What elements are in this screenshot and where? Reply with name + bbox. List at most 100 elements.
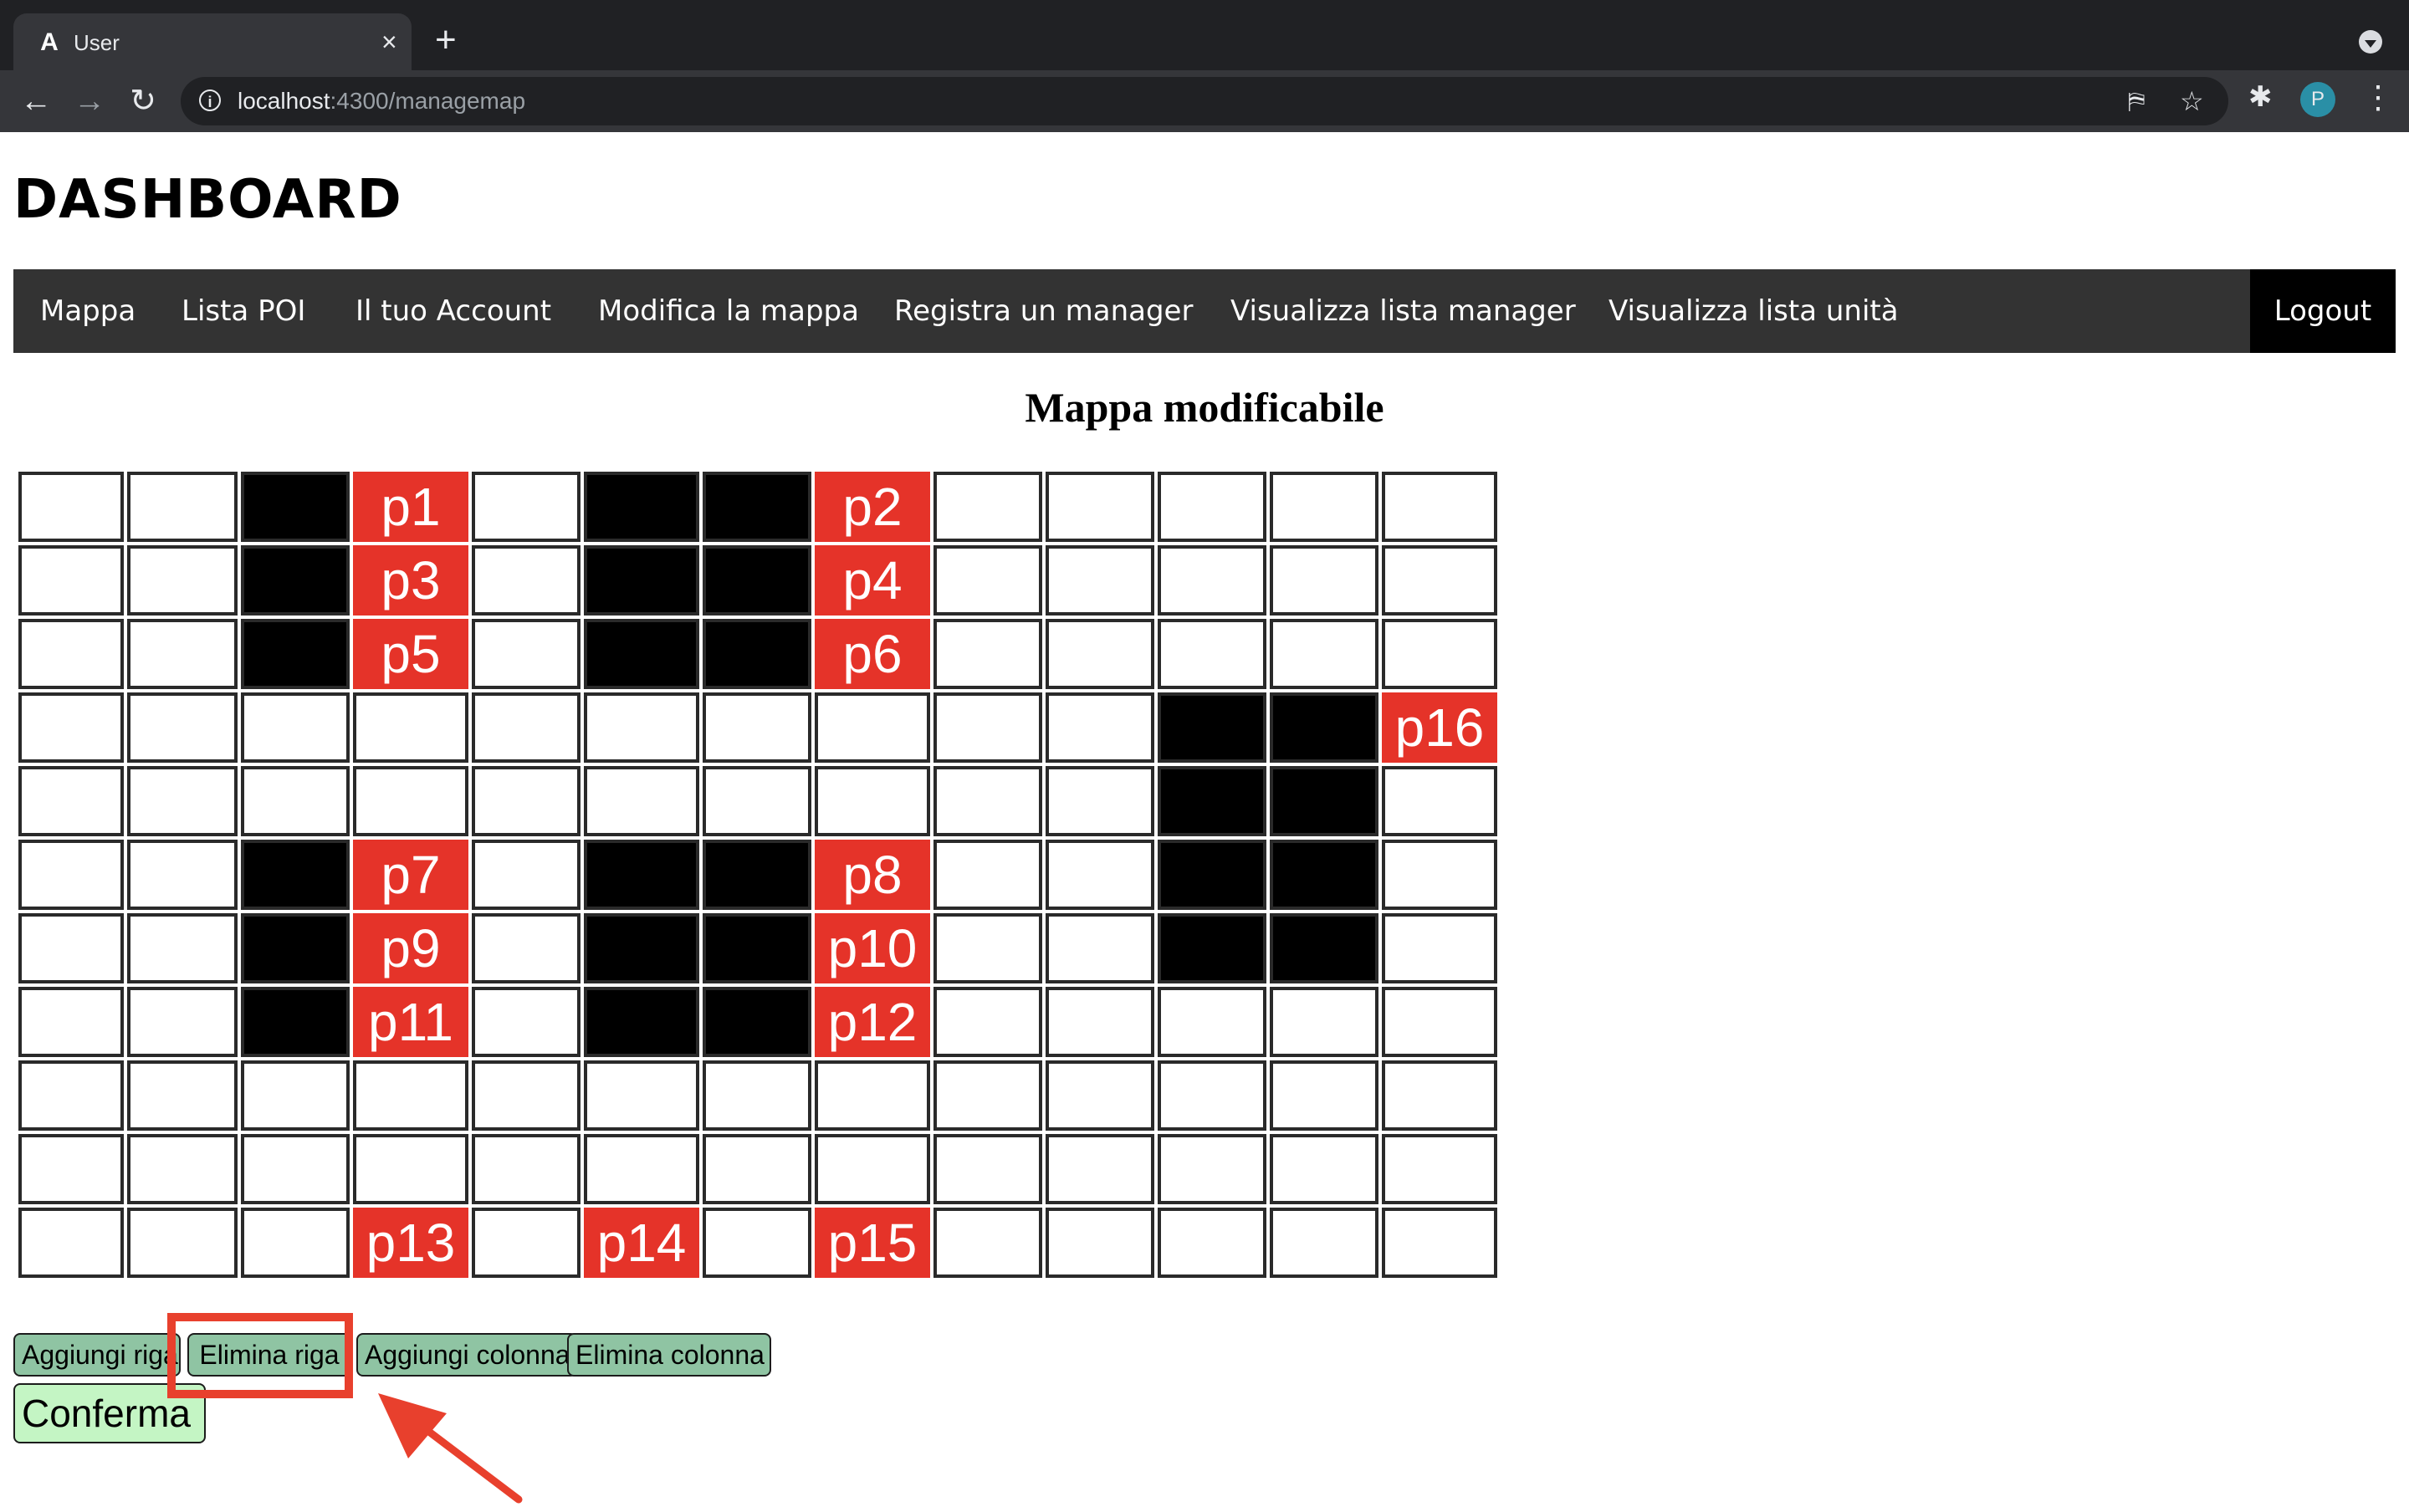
map-cell-empty[interactable] <box>127 619 238 689</box>
map-cell-empty[interactable] <box>1046 545 1154 616</box>
map-cell-wall[interactable] <box>1158 913 1266 983</box>
map-cell-empty[interactable] <box>1382 1060 1497 1131</box>
map-cell-empty[interactable] <box>1382 913 1497 983</box>
map-cell-empty[interactable] <box>241 766 350 836</box>
map-cell-wall[interactable] <box>1158 766 1266 836</box>
map-cell-empty[interactable] <box>1382 545 1497 616</box>
map-cell-empty[interactable] <box>127 840 238 910</box>
map-cell-empty[interactable] <box>933 1060 1042 1131</box>
map-cell-empty[interactable] <box>703 1208 811 1278</box>
map-cell-empty[interactable] <box>353 766 468 836</box>
map-cell-empty[interactable] <box>18 472 124 542</box>
map-cell-poi[interactable]: p14 <box>584 1208 699 1278</box>
map-cell-empty[interactable] <box>933 840 1042 910</box>
map-cell-wall[interactable] <box>1270 840 1378 910</box>
map-cell-empty[interactable] <box>18 913 124 983</box>
map-cell-poi[interactable]: p3 <box>353 545 468 616</box>
map-cell-empty[interactable] <box>1158 545 1266 616</box>
profile-avatar[interactable]: P <box>2300 82 2335 117</box>
map-cell-empty[interactable] <box>18 1134 124 1204</box>
map-cell-wall[interactable] <box>703 987 811 1057</box>
map-cell-poi[interactable]: p7 <box>353 840 468 910</box>
map-cell-wall[interactable] <box>584 472 699 542</box>
map-cell-empty[interactable] <box>815 692 930 763</box>
map-cell-empty[interactable] <box>1046 840 1154 910</box>
map-cell-empty[interactable] <box>127 913 238 983</box>
map-cell-empty[interactable] <box>933 619 1042 689</box>
map-cell-wall[interactable] <box>241 913 350 983</box>
map-cell-empty[interactable] <box>18 987 124 1057</box>
map-cell-wall[interactable] <box>703 619 811 689</box>
map-cell-wall[interactable] <box>703 545 811 616</box>
map-cell-empty[interactable] <box>1046 766 1154 836</box>
map-cell-empty[interactable] <box>933 1208 1042 1278</box>
map-cell-empty[interactable] <box>127 692 238 763</box>
add-column-button[interactable]: Aggiungi colonna <box>356 1333 577 1377</box>
new-tab-icon[interactable]: + <box>435 22 457 59</box>
map-cell-empty[interactable] <box>933 472 1042 542</box>
tab-search-icon[interactable] <box>2359 30 2382 54</box>
map-cell-empty[interactable] <box>472 840 581 910</box>
map-cell-poi[interactable]: p15 <box>815 1208 930 1278</box>
map-cell-poi[interactable]: p16 <box>1382 692 1497 763</box>
map-cell-poi[interactable]: p12 <box>815 987 930 1057</box>
map-cell-poi[interactable]: p10 <box>815 913 930 983</box>
map-cell-empty[interactable] <box>1158 1060 1266 1131</box>
tab-close-icon[interactable]: × <box>381 27 397 57</box>
map-cell-empty[interactable] <box>1158 987 1266 1057</box>
map-cell-empty[interactable] <box>1046 1208 1154 1278</box>
map-cell-empty[interactable] <box>1158 1208 1266 1278</box>
map-cell-empty[interactable] <box>1046 1134 1154 1204</box>
menu-icon[interactable]: ⋮ <box>2362 79 2394 117</box>
map-cell-empty[interactable] <box>703 766 811 836</box>
map-cell-wall[interactable] <box>1158 840 1266 910</box>
info-icon[interactable]: i <box>199 89 221 111</box>
map-cell-empty[interactable] <box>127 1060 238 1131</box>
map-cell-empty[interactable] <box>584 1060 699 1131</box>
map-cell-empty[interactable] <box>1382 840 1497 910</box>
translate-icon[interactable]: ⛿ <box>2128 87 2145 115</box>
map-cell-empty[interactable] <box>472 1208 581 1278</box>
map-cell-empty[interactable] <box>241 1208 350 1278</box>
map-cell-empty[interactable] <box>815 1060 930 1131</box>
map-cell-empty[interactable] <box>1270 1060 1378 1131</box>
map-cell-empty[interactable] <box>472 545 581 616</box>
map-cell-empty[interactable] <box>18 619 124 689</box>
map-cell-empty[interactable] <box>1382 1134 1497 1204</box>
forward-icon[interactable]: → <box>69 80 110 122</box>
nav-item-account[interactable]: Il tuo Account <box>355 269 551 353</box>
nav-item-lista-manager[interactable]: Visualizza lista manager <box>1230 269 1576 353</box>
reload-icon[interactable]: ↻ <box>122 80 164 122</box>
map-cell-wall[interactable] <box>241 987 350 1057</box>
browser-tab[interactable]: A User × <box>13 13 412 70</box>
map-cell-empty[interactable] <box>353 1134 468 1204</box>
map-cell-wall[interactable] <box>584 545 699 616</box>
map-cell-empty[interactable] <box>1382 1208 1497 1278</box>
back-icon[interactable]: ← <box>15 80 57 122</box>
map-cell-empty[interactable] <box>1158 1134 1266 1204</box>
map-cell-empty[interactable] <box>1270 545 1378 616</box>
map-cell-poi[interactable]: p6 <box>815 619 930 689</box>
map-cell-empty[interactable] <box>1046 472 1154 542</box>
map-cell-empty[interactable] <box>127 472 238 542</box>
map-cell-empty[interactable] <box>1158 619 1266 689</box>
map-cell-empty[interactable] <box>1046 1060 1154 1131</box>
map-cell-poi[interactable]: p1 <box>353 472 468 542</box>
map-cell-empty[interactable] <box>472 913 581 983</box>
map-cell-wall[interactable] <box>241 545 350 616</box>
delete-column-button[interactable]: Elimina colonna <box>567 1333 771 1377</box>
map-cell-empty[interactable] <box>353 692 468 763</box>
map-cell-empty[interactable] <box>1046 987 1154 1057</box>
map-cell-empty[interactable] <box>933 913 1042 983</box>
map-cell-empty[interactable] <box>127 766 238 836</box>
map-cell-wall[interactable] <box>241 472 350 542</box>
map-cell-empty[interactable] <box>815 1134 930 1204</box>
map-cell-wall[interactable] <box>1270 913 1378 983</box>
map-cell-empty[interactable] <box>1270 1134 1378 1204</box>
map-cell-empty[interactable] <box>353 1060 468 1131</box>
address-bar[interactable]: i localhost:4300/managemap ⛿ ☆ <box>181 77 2228 125</box>
map-cell-empty[interactable] <box>1046 619 1154 689</box>
extensions-icon[interactable]: ✱ <box>2248 80 2273 114</box>
map-cell-empty[interactable] <box>18 1208 124 1278</box>
map-cell-empty[interactable] <box>1270 987 1378 1057</box>
